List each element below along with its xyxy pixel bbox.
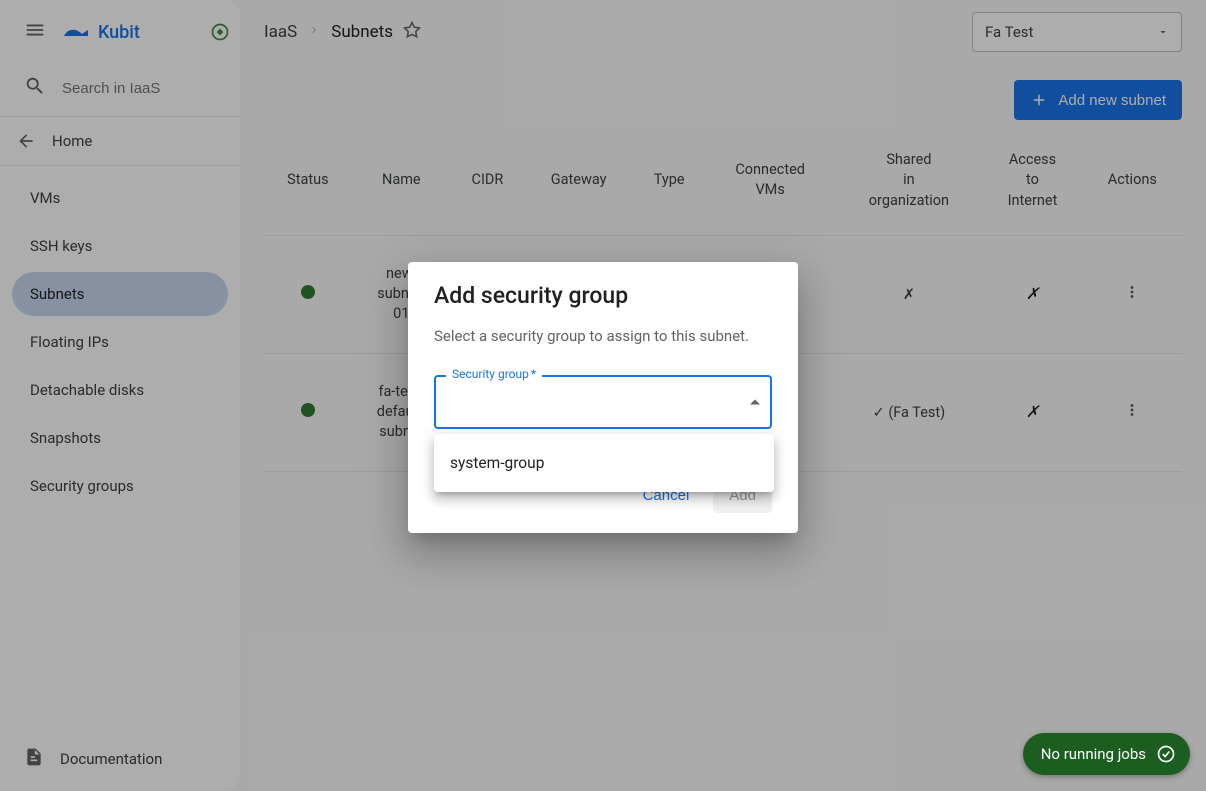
chevron-up-icon [750,400,760,405]
jobs-status-label: No running jobs [1041,745,1146,763]
dialog-title: Add security group [434,282,772,309]
security-group-label: Security group* [446,367,542,381]
check-circle-icon [1156,744,1176,764]
add-security-group-dialog: Add security group Select a security gro… [408,262,798,533]
security-group-dropdown: system-group [434,434,774,492]
dialog-description: Select a security group to assign to thi… [434,327,772,345]
security-group-select[interactable]: Security group* [434,375,772,429]
jobs-status-chip[interactable]: No running jobs [1023,733,1190,775]
dropdown-option-system-group[interactable]: system-group [434,442,774,484]
